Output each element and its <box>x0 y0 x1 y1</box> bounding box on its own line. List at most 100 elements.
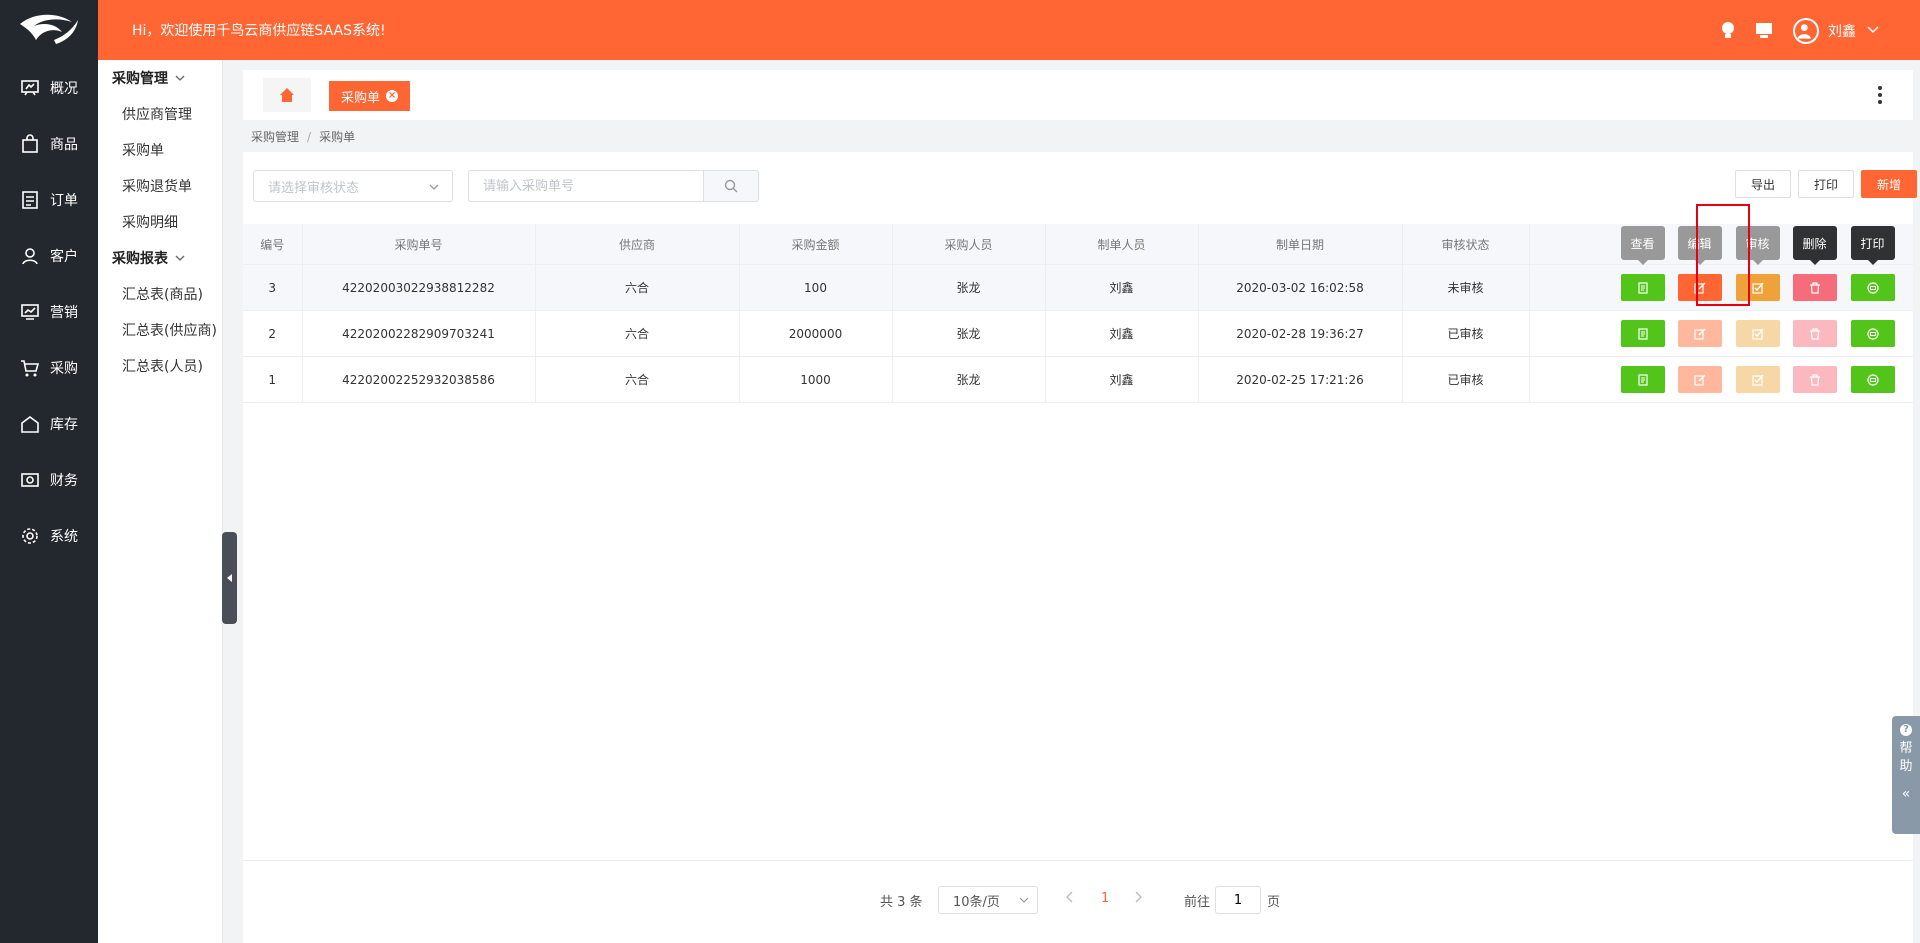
row-print-button[interactable] <box>1850 320 1895 347</box>
chevron-right-icon[interactable] <box>1131 889 1145 905</box>
table-row[interactable]: 3 4220200302293881​2282 六合 100 张龙 刘鑫 202… <box>243 264 1913 311</box>
nav-item-label: 库存 <box>50 417 78 433</box>
order-icon <box>20 190 40 210</box>
submenu-item-supplier[interactable]: 供应商管理 <box>98 96 222 132</box>
lightbulb-icon[interactable] <box>1718 20 1738 40</box>
help-float-button[interactable]: ? 帮 助 « <box>1892 716 1920 834</box>
submenu-item-purchase-return[interactable]: 采购退货单 <box>98 168 222 204</box>
cell-buyer: 张龙 <box>892 356 1046 403</box>
user-icon <box>20 246 40 266</box>
cell-order-no: 4220200302293881​2282 <box>302 264 536 311</box>
chevron-left-icon[interactable] <box>1063 889 1077 905</box>
view-button[interactable] <box>1620 320 1665 347</box>
finance-icon <box>20 470 40 490</box>
purchase-order-table: 编号 采购单号 供应商 采购金额 采购人员 制单人员 制单日期 审核状态 查看 … <box>243 224 1913 403</box>
add-button[interactable]: 新增 <box>1861 170 1917 198</box>
trash-icon <box>1809 327 1820 340</box>
submenu-item-purchase-order[interactable]: 采购单 <box>98 132 222 168</box>
double-chevron-left-icon[interactable]: « <box>1902 786 1911 802</box>
goto-label: 前往 <box>1184 895 1211 910</box>
order-no-search-input[interactable] <box>468 170 703 202</box>
submenu-item-summary-staff[interactable]: 汇总表(人员) <box>98 348 222 384</box>
nav-item-inventory[interactable]: 库存 <box>0 396 98 452</box>
edit-button <box>1677 320 1722 347</box>
tab-purchase-order[interactable]: 采购单 × <box>329 81 411 111</box>
fullscreen-icon[interactable] <box>1754 20 1774 40</box>
search-icon <box>724 179 738 193</box>
export-button[interactable]: 导出 <box>1735 170 1791 198</box>
submenu-group-label: 采购管理 <box>112 71 168 87</box>
cell-id: 3 <box>243 264 303 311</box>
cart-icon <box>20 358 40 378</box>
cell-operations <box>1529 264 1913 311</box>
view-button[interactable] <box>1620 366 1665 393</box>
trash-icon <box>1809 373 1820 386</box>
avatar[interactable] <box>1793 18 1819 44</box>
status-badge: 已审核 <box>1402 356 1530 403</box>
close-icon[interactable]: × <box>386 90 399 102</box>
submenu-item-purchase-detail[interactable]: 采购明细 <box>98 204 222 240</box>
submenu-group-label: 采购报表 <box>112 251 168 267</box>
chevron-down-icon[interactable] <box>1866 22 1880 36</box>
main-content: 采购单 × 采购管理 / 采购单 请选择审核状态 导出 打印 新增 编号 <box>243 60 1920 943</box>
document-icon <box>1637 327 1648 340</box>
table-row[interactable]: 1 42202002252932038586 六合 1000 张龙 刘鑫 202… <box>243 356 1913 403</box>
column-header: 编号 <box>243 224 303 265</box>
tab-label: 采购单 <box>341 90 381 106</box>
printer-icon <box>1866 327 1879 340</box>
cell-date: 2020-02-28 19:36:27 <box>1198 310 1403 357</box>
audit-button[interactable] <box>1735 274 1780 301</box>
nav-item-overview[interactable]: 概况 <box>0 60 98 116</box>
status-badge: 已审核 <box>1402 310 1530 357</box>
brand-logo[interactable] <box>0 0 98 60</box>
nav-item-system[interactable]: 系统 <box>0 508 98 564</box>
bag-icon <box>20 134 40 154</box>
nav-item-customers[interactable]: 客户 <box>0 228 98 284</box>
operations-header: 查看 编辑 审核 删除 打印 <box>1529 224 1913 265</box>
page-jump-input[interactable] <box>1215 886 1261 914</box>
check-square-icon <box>1751 328 1764 340</box>
submenu-group-purchase-report[interactable]: 采购报表 <box>98 240 222 276</box>
submenu-item-summary-supplier[interactable]: 汇总表(供应商) <box>98 312 222 348</box>
submenu-item-summary-goods[interactable]: 汇总表(商品) <box>98 276 222 312</box>
tab-home[interactable] <box>263 78 311 112</box>
document-icon <box>1637 281 1648 294</box>
more-vertical-icon[interactable] <box>1875 84 1885 106</box>
nav-item-purchase[interactable]: 采购 <box>0 340 98 396</box>
table-row[interactable]: 2 42202002282909703241 六合 2000000 张龙 刘鑫 … <box>243 310 1913 357</box>
nav-item-finance[interactable]: 财务 <box>0 452 98 508</box>
tooltip-view: 查看 <box>1620 226 1665 265</box>
row-print-button[interactable] <box>1850 274 1895 301</box>
delete-button[interactable] <box>1792 274 1837 301</box>
delete-button <box>1792 366 1837 393</box>
page-label: 页 <box>1267 895 1281 910</box>
breadcrumb-parent[interactable]: 采购管理 <box>251 130 299 144</box>
search-button[interactable] <box>703 170 759 202</box>
row-print-button[interactable] <box>1850 366 1895 393</box>
cell-date: 2020-03-02 16:02:58 <box>1198 264 1403 311</box>
sidebar-collapse-handle[interactable] <box>222 532 237 624</box>
nav-item-goods[interactable]: 商品 <box>0 116 98 172</box>
cell-date: 2020-02-25 17:21:26 <box>1198 356 1403 403</box>
trash-icon <box>1809 281 1820 294</box>
cell-supplier: 六合 <box>535 310 740 357</box>
nav-item-label: 营销 <box>50 305 78 321</box>
page-size-select[interactable]: 10条/页 <box>938 886 1038 914</box>
nav-item-orders[interactable]: 订单 <box>0 172 98 228</box>
audit-button <box>1735 366 1780 393</box>
user-name[interactable]: 刘鑫 <box>1828 21 1856 41</box>
page-number-current[interactable]: 1 <box>1101 891 1109 906</box>
status-select[interactable]: 请选择审核状态 <box>253 170 453 202</box>
edit-button[interactable] <box>1677 274 1722 301</box>
tooltip-audit: 审核 <box>1735 226 1780 265</box>
check-square-icon <box>1751 374 1764 386</box>
nav-item-marketing[interactable]: 营销 <box>0 284 98 340</box>
breadcrumb-current: 采购单 <box>319 130 356 144</box>
nav-item-label: 系统 <box>50 529 78 545</box>
submenu-group-purchase-mgmt[interactable]: 采购管理 <box>98 60 222 96</box>
gear-icon <box>20 526 40 546</box>
view-button[interactable] <box>1620 274 1665 301</box>
audit-button <box>1735 320 1780 347</box>
overview-icon <box>20 78 40 98</box>
print-button[interactable]: 打印 <box>1798 170 1854 198</box>
